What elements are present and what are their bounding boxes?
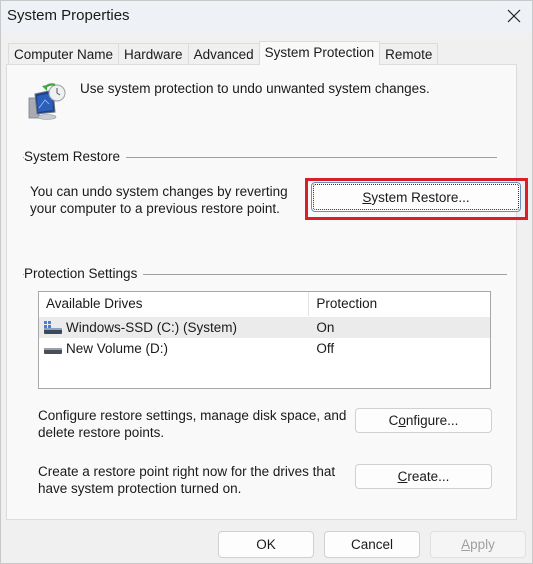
system-protection-panel: Use system protection to undo unwanted s…: [6, 64, 521, 520]
drives-list-header: Available Drives Protection: [39, 292, 490, 316]
tab-system-protection[interactable]: System Protection: [258, 41, 381, 65]
system-properties-dialog: System Properties Computer Name Hardware…: [0, 0, 533, 564]
protection-settings-group-label: Protection Settings: [24, 266, 144, 281]
ok-button[interactable]: OK: [218, 531, 314, 558]
tab-remote[interactable]: Remote: [379, 43, 439, 65]
window-title: System Properties: [7, 7, 130, 24]
system-restore-group-label: System Restore: [24, 149, 127, 164]
drive-protection-cell: Off: [316, 341, 335, 356]
tab-computer-name[interactable]: Computer Name: [8, 43, 120, 65]
system-drive-icon: [44, 321, 62, 335]
configure-button-label: Configure...: [388, 413, 459, 428]
close-button[interactable]: [500, 3, 528, 29]
ok-button-label: OK: [256, 537, 276, 552]
drive-name-cell: Windows-SSD (C:) (System): [39, 317, 309, 338]
create-description: Create a restore point right now for the…: [38, 463, 335, 497]
drive-row[interactable]: New Volume (D:) Off: [39, 338, 490, 359]
drive-icon: [44, 348, 62, 355]
title-bar: System Properties: [1, 1, 532, 33]
configure-description-line1: Configure restore settings, manage disk …: [38, 408, 347, 423]
create-button[interactable]: Create...: [355, 464, 492, 489]
tab-advanced[interactable]: Advanced: [187, 43, 260, 65]
drive-protection-cell: On: [316, 320, 335, 335]
tab-strip: Computer Name Hardware Advanced System P…: [8, 41, 439, 65]
close-x-icon: [507, 9, 521, 23]
intro-text: Use system protection to undo unwanted s…: [80, 81, 430, 96]
cancel-button-label: Cancel: [350, 537, 394, 552]
configure-description-line2: delete restore points.: [38, 425, 165, 440]
system-restore-button[interactable]: System Restore...: [311, 182, 521, 212]
create-button-label: Create...: [397, 469, 450, 484]
configure-description: Configure restore settings, manage disk …: [38, 407, 346, 441]
system-restore-description-line2: your computer to a previous restore poin…: [30, 201, 280, 216]
drive-name: New Volume (D:): [66, 341, 169, 356]
drive-row[interactable]: Windows-SSD (C:) (System) On: [39, 317, 490, 338]
system-restore-description-line1: You can undo system changes by reverting: [30, 184, 288, 199]
drive-name: Windows-SSD (C:) (System): [66, 320, 238, 335]
cancel-button[interactable]: Cancel: [324, 531, 420, 558]
system-restore-icon: [28, 83, 66, 120]
column-header-available-drives[interactable]: Available Drives: [39, 292, 310, 316]
drives-list[interactable]: Available Drives Protection Windows-SSD …: [38, 291, 491, 389]
create-description-line1: Create a restore point right now for the…: [38, 464, 336, 479]
drive-name-cell: New Volume (D:): [39, 338, 309, 359]
system-restore-button-label: System Restore...: [362, 189, 470, 205]
column-header-protection[interactable]: Protection: [309, 292, 490, 316]
apply-button-label: Apply: [461, 537, 495, 552]
create-description-line2: have system protection turned on.: [38, 481, 242, 496]
apply-button[interactable]: Apply: [430, 531, 526, 558]
system-restore-description: You can undo system changes by reverting…: [30, 183, 288, 217]
tab-hardware[interactable]: Hardware: [118, 43, 189, 65]
configure-button[interactable]: Configure...: [355, 408, 492, 433]
